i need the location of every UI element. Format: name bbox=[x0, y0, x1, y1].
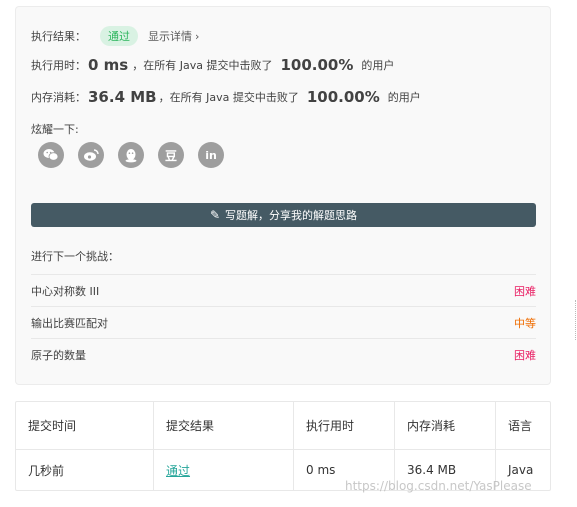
submissions-table: 提交时间 提交结果 执行用时 内存消耗 语言 几秒前 通过 0 ms 36.4 … bbox=[15, 401, 551, 491]
wechat-icon[interactable] bbox=[38, 142, 64, 168]
memory-value: 36.4 MB bbox=[88, 88, 157, 106]
header-submit-result: 提交结果 bbox=[154, 402, 294, 449]
show-details-link[interactable]: 显示详情 › bbox=[148, 28, 199, 44]
memory-row: 内存消耗： 36.4 MB ，在所有 Java 提交中击败了 100.00% 的… bbox=[31, 88, 421, 106]
runtime-row: 执行用时： 0 ms ，在所有 Java 提交中击败了 100.00% 的用户 bbox=[31, 56, 394, 74]
runtime-label: 执行用时： bbox=[31, 59, 86, 72]
table-header: 提交时间 提交结果 执行用时 内存消耗 语言 bbox=[16, 402, 550, 450]
result-row: 执行结果： 通过 显示详情 › bbox=[31, 26, 199, 46]
difficulty-badge: 困难 bbox=[514, 348, 536, 362]
write-solution-button[interactable]: ✎ 写题解，分享我的解题思路 bbox=[31, 203, 536, 227]
result-card: 执行结果： 通过 显示详情 › 执行用时： 0 ms ，在所有 Java 提交中击… bbox=[15, 6, 551, 385]
memory-suffix: 的用户 bbox=[387, 91, 421, 104]
memory-percent: 100.00% bbox=[306, 88, 380, 106]
runtime-percent: 100.00% bbox=[280, 56, 354, 74]
share-row: 炫耀一下: bbox=[31, 121, 79, 137]
show-details-label: 显示详情 bbox=[148, 30, 192, 43]
problem-name: 原子的数量 bbox=[31, 348, 86, 362]
problem-item[interactable]: 中心对称数 III 困难 bbox=[31, 274, 536, 306]
linkedin-icon[interactable]: in bbox=[198, 142, 224, 168]
cell-submit-result: 通过 bbox=[154, 450, 294, 490]
difficulty-badge: 中等 bbox=[514, 316, 536, 330]
memory-label: 内存消耗： bbox=[31, 91, 86, 104]
runtime-value: 0 ms bbox=[88, 56, 129, 74]
result-link[interactable]: 通过 bbox=[166, 462, 190, 479]
problem-item[interactable]: 输出比赛匹配对 中等 bbox=[31, 306, 536, 338]
cell-submit-time: 几秒前 bbox=[16, 450, 154, 490]
share-icons: 豆 in bbox=[38, 142, 238, 168]
memory-mid-text: ，在所有 Java 提交中击败了 bbox=[158, 91, 299, 104]
header-submit-time: 提交时间 bbox=[16, 402, 154, 449]
watermark: https://blog.csdn.net/YasPlease bbox=[345, 479, 532, 493]
problem-item[interactable]: 原子的数量 困难 bbox=[31, 338, 536, 370]
pencil-icon: ✎ bbox=[209, 208, 221, 222]
write-solution-label: 写题解，分享我的解题思路 bbox=[225, 209, 358, 222]
qq-icon[interactable] bbox=[118, 142, 144, 168]
chevron-right-icon: › bbox=[195, 30, 200, 43]
header-language: 语言 bbox=[508, 419, 533, 433]
header-memory: 内存消耗 bbox=[395, 402, 496, 449]
weibo-icon[interactable] bbox=[78, 142, 104, 168]
status-badge: 通过 bbox=[100, 26, 138, 46]
next-challenge-title: 进行下一个挑战： bbox=[31, 250, 119, 263]
header-runtime: 执行用时 bbox=[294, 402, 395, 449]
runtime-suffix: 的用户 bbox=[361, 59, 395, 72]
share-label: 炫耀一下: bbox=[31, 123, 79, 136]
problem-name: 中心对称数 III bbox=[31, 284, 100, 298]
runtime-mid-text: ，在所有 Java 提交中击败了 bbox=[132, 59, 273, 72]
scrollbar[interactable] bbox=[575, 300, 576, 340]
result-label: 执行结果： bbox=[31, 30, 86, 43]
problem-name: 输出比赛匹配对 bbox=[31, 316, 108, 330]
difficulty-badge: 困难 bbox=[514, 284, 536, 298]
douban-icon[interactable]: 豆 bbox=[158, 142, 184, 168]
